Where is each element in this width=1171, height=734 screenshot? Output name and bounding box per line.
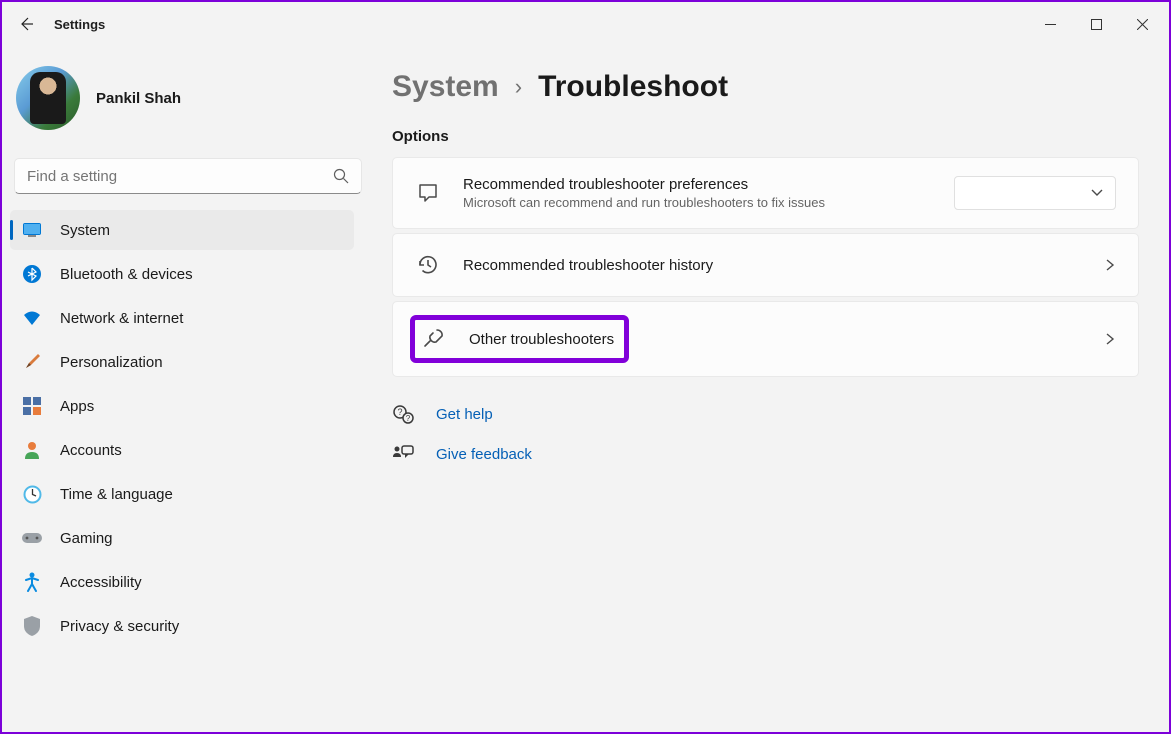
sidebar-item-network[interactable]: Network & internet bbox=[10, 298, 354, 338]
close-button[interactable] bbox=[1119, 9, 1165, 39]
sidebar-item-accessibility[interactable]: Accessibility bbox=[10, 562, 354, 602]
breadcrumb: System › Troubleshoot bbox=[392, 70, 1139, 104]
card-title: Other troubleshooters bbox=[469, 331, 614, 348]
feedback-icon bbox=[392, 443, 414, 465]
chevron-down-icon bbox=[1091, 187, 1103, 199]
system-icon bbox=[22, 220, 42, 240]
sidebar-item-personalization[interactable]: Personalization bbox=[10, 342, 354, 382]
help-icon: ?? bbox=[392, 403, 414, 425]
chevron-right-icon bbox=[1104, 259, 1116, 271]
maximize-button[interactable] bbox=[1073, 9, 1119, 39]
search-field[interactable] bbox=[27, 168, 333, 185]
highlight-annotation: Other troubleshooters bbox=[410, 315, 629, 363]
card-recommended-preferences[interactable]: Recommended troubleshooter preferences M… bbox=[392, 157, 1139, 229]
preferences-dropdown[interactable] bbox=[954, 176, 1116, 210]
minimize-button[interactable] bbox=[1027, 9, 1073, 39]
search-input[interactable] bbox=[14, 158, 362, 194]
sidebar-item-label: Accessibility bbox=[60, 574, 142, 591]
brush-icon bbox=[22, 352, 42, 372]
sidebar-item-label: System bbox=[60, 222, 110, 239]
sidebar: Pankil Shah System Bluetooth & devices N… bbox=[2, 46, 362, 732]
chevron-right-icon bbox=[1104, 333, 1116, 345]
sidebar-item-apps[interactable]: Apps bbox=[10, 386, 354, 426]
apps-icon bbox=[22, 396, 42, 416]
user-block[interactable]: Pankil Shah bbox=[10, 46, 354, 158]
clock-icon bbox=[22, 484, 42, 504]
page-title: Troubleshoot bbox=[538, 70, 728, 104]
person-icon bbox=[22, 440, 42, 460]
breadcrumb-parent[interactable]: System bbox=[392, 70, 499, 104]
section-heading: Options bbox=[392, 128, 1139, 145]
chat-icon bbox=[415, 180, 441, 206]
main-content: System › Troubleshoot Options Recommende… bbox=[362, 46, 1169, 732]
wifi-icon bbox=[22, 308, 42, 328]
bluetooth-icon bbox=[22, 264, 42, 284]
sidebar-item-label: Accounts bbox=[60, 442, 122, 459]
accessibility-icon bbox=[22, 572, 42, 592]
card-subtitle: Microsoft can recommend and run troubles… bbox=[463, 195, 954, 210]
sidebar-item-privacy[interactable]: Privacy & security bbox=[10, 606, 354, 646]
sidebar-item-system[interactable]: System bbox=[10, 210, 354, 250]
shield-icon bbox=[22, 616, 42, 636]
sidebar-item-time[interactable]: Time & language bbox=[10, 474, 354, 514]
sidebar-item-label: Time & language bbox=[60, 486, 173, 503]
svg-text:?: ? bbox=[406, 414, 411, 423]
chevron-right-icon: › bbox=[515, 74, 522, 100]
link-give-feedback[interactable]: Give feedback bbox=[436, 446, 532, 463]
sidebar-item-bluetooth[interactable]: Bluetooth & devices bbox=[10, 254, 354, 294]
sidebar-item-label: Privacy & security bbox=[60, 618, 179, 635]
sidebar-item-label: Apps bbox=[60, 398, 94, 415]
svg-text:?: ? bbox=[397, 407, 402, 417]
sidebar-item-label: Personalization bbox=[60, 354, 163, 371]
window-title: Settings bbox=[54, 17, 105, 32]
search-icon bbox=[333, 168, 349, 184]
wrench-icon bbox=[421, 326, 447, 352]
card-other-troubleshooters[interactable]: Other troubleshooters bbox=[392, 301, 1139, 377]
link-get-help[interactable]: Get help bbox=[436, 406, 493, 423]
user-name: Pankil Shah bbox=[96, 90, 181, 107]
card-recommended-history[interactable]: Recommended troubleshooter history bbox=[392, 233, 1139, 297]
gamepad-icon bbox=[22, 528, 42, 548]
sidebar-item-gaming[interactable]: Gaming bbox=[10, 518, 354, 558]
history-icon bbox=[415, 252, 441, 278]
back-button[interactable] bbox=[6, 4, 46, 44]
avatar bbox=[16, 66, 80, 130]
sidebar-item-accounts[interactable]: Accounts bbox=[10, 430, 354, 470]
sidebar-item-label: Bluetooth & devices bbox=[60, 266, 193, 283]
card-title: Recommended troubleshooter preferences bbox=[463, 176, 954, 193]
sidebar-item-label: Network & internet bbox=[60, 310, 183, 327]
card-title: Recommended troubleshooter history bbox=[463, 257, 1092, 274]
sidebar-item-label: Gaming bbox=[60, 530, 113, 547]
